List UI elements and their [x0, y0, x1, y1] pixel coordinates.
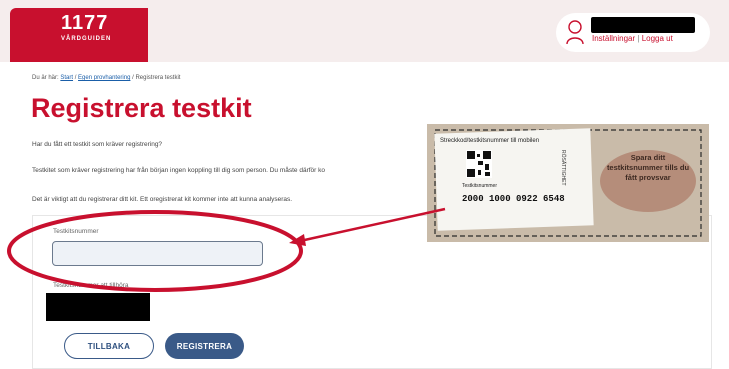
annotation-ellipse — [7, 210, 303, 292]
annotation-arrow — [299, 207, 446, 243]
annotation-overlay — [7, 207, 446, 292]
